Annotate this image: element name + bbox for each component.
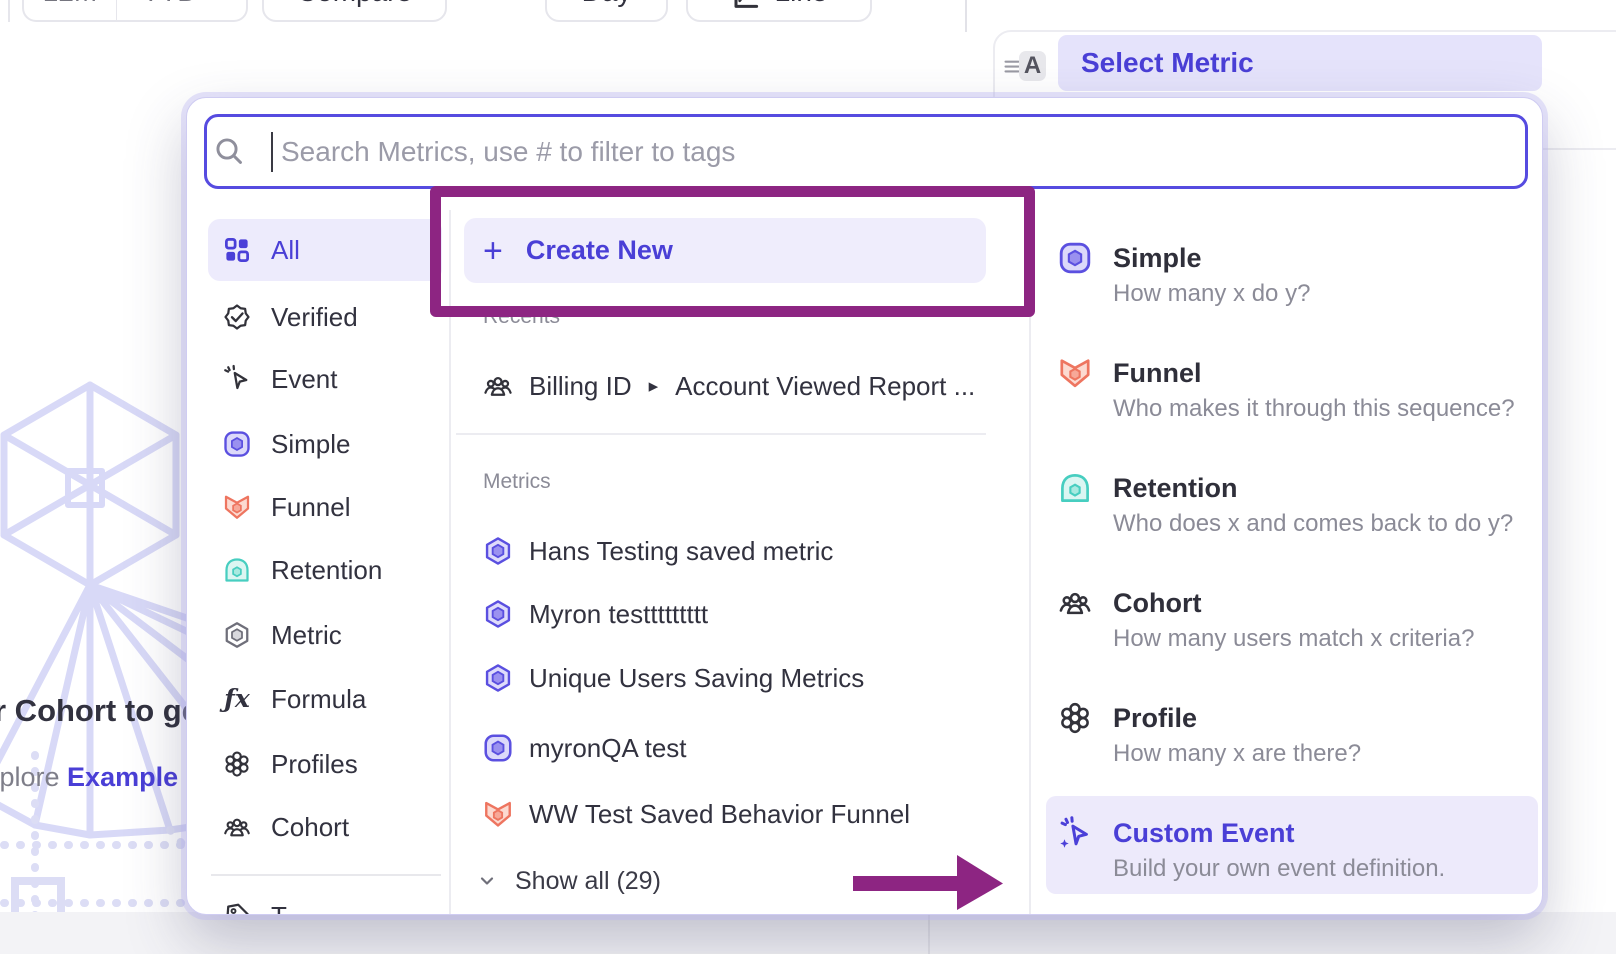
retention-icon (222, 555, 252, 585)
background-explore-line: xplore Example R (0, 762, 205, 793)
sidebar-item-simple[interactable]: Simple (222, 426, 350, 462)
select-metric-button[interactable]: Select Metric (1058, 35, 1542, 91)
metric-type-cohort[interactable]: Cohort How many users match x criteria? (1057, 583, 1527, 623)
search-input[interactable] (204, 114, 1528, 189)
sidebar-divider (449, 210, 451, 914)
search-icon (213, 135, 245, 167)
retention-icon (1057, 470, 1093, 506)
metric-list-item[interactable]: Myron testtttttttt (482, 596, 708, 632)
interval-day-button[interactable]: Day (545, 0, 668, 22)
funnel-icon (222, 492, 252, 522)
sidebar-item-verified[interactable]: Verified (222, 299, 358, 335)
cohort-icon (482, 370, 514, 402)
metric-list-item[interactable]: WW Test Saved Behavior Funnel (482, 796, 910, 832)
metric-type-profile[interactable]: Profile How many x are there? (1057, 698, 1527, 738)
example-reports-link[interactable]: Example R (67, 762, 205, 792)
column-divider-top (965, 0, 967, 32)
verified-badge-icon (222, 302, 252, 332)
recents-metrics-divider (456, 433, 986, 435)
metric-picker-modal: All Verified Event Simple Funnel Retenti… (186, 97, 1543, 915)
sidebar-item-partial[interactable]: T (222, 898, 287, 915)
metric-type-funnel[interactable]: Funnel Who makes it through this sequenc… (1057, 353, 1527, 393)
metric-type-custom-event[interactable]: Custom Event Build your own event defini… (1057, 813, 1527, 853)
profiles-icon (1057, 700, 1093, 736)
metric-hexagon-icon (222, 620, 252, 650)
custom-event-icon (1057, 815, 1093, 851)
metric-type-retention[interactable]: Retention Who does x and comes back to d… (1057, 468, 1527, 508)
create-new-button[interactable]: + Create New (464, 218, 986, 283)
recent-item-billing-id[interactable]: Billing ID ▸ Account Viewed Report ... (482, 368, 975, 404)
background-headline-fragment: r Cohort to ge (0, 693, 199, 729)
date-range-ytd-button[interactable]: YTD (117, 0, 248, 22)
explore-prefix-text: xplore (0, 762, 67, 792)
column-divider-bottom (928, 912, 930, 954)
sidebar-item-funnel[interactable]: Funnel (222, 489, 351, 525)
sidebar-item-event[interactable]: Event (222, 361, 338, 397)
metric-type-simple[interactable]: Simple How many x do y? (1057, 238, 1527, 278)
simple-icon (222, 429, 252, 459)
saved-metric-hexagon-icon (482, 598, 514, 630)
sidebar-item-formula[interactable]: ƒx Formula (222, 681, 366, 717)
saved-metric-hexagon-icon (482, 662, 514, 694)
date-range-12m-button[interactable]: 12M (22, 0, 117, 22)
funnel-icon (1057, 355, 1093, 391)
sidebar-item-retention[interactable]: Retention (222, 552, 382, 588)
breadcrumb-arrow-icon: ▸ (649, 375, 659, 398)
sidebar-item-cohort[interactable]: Cohort (222, 809, 349, 845)
event-cursor-icon (222, 364, 252, 394)
plus-icon: + (483, 236, 503, 266)
recents-heading: Recents (483, 305, 560, 329)
simple-icon (1057, 240, 1093, 276)
cohort-icon (1057, 585, 1093, 621)
grid-icon (222, 235, 252, 265)
tag-icon (222, 901, 252, 915)
metric-list-item[interactable]: Unique Users Saving Metrics (482, 660, 864, 696)
list-divider (1029, 210, 1031, 914)
funnel-icon (482, 798, 514, 830)
page-bottom-band (0, 912, 1616, 954)
line-chart-icon (731, 0, 761, 12)
simple-icon (482, 732, 514, 764)
saved-metric-hexagon-icon (482, 535, 514, 567)
metrics-heading: Metrics (483, 470, 551, 494)
cohort-icon (222, 812, 252, 842)
profiles-icon (222, 749, 252, 779)
compare-button[interactable]: Compare (262, 0, 447, 22)
sidebar-item-all[interactable]: All (208, 219, 442, 281)
formula-icon: ƒx (222, 684, 252, 714)
metric-list-item[interactable]: Hans Testing saved metric (482, 533, 833, 569)
sidebar-section-divider (211, 874, 441, 876)
chevron-down-icon (475, 869, 499, 893)
sidebar-item-metric[interactable]: Metric (222, 617, 342, 653)
chart-type-line-button[interactable]: Line (686, 0, 872, 22)
series-letter-badge: A (1019, 51, 1046, 81)
sidebar-item-profiles[interactable]: Profiles (222, 746, 358, 782)
show-all-button[interactable]: Show all (29) (475, 863, 661, 899)
metric-list-item[interactable]: myronQA test (482, 730, 687, 766)
toolbar-button-fragment-edge (8, 0, 10, 22)
